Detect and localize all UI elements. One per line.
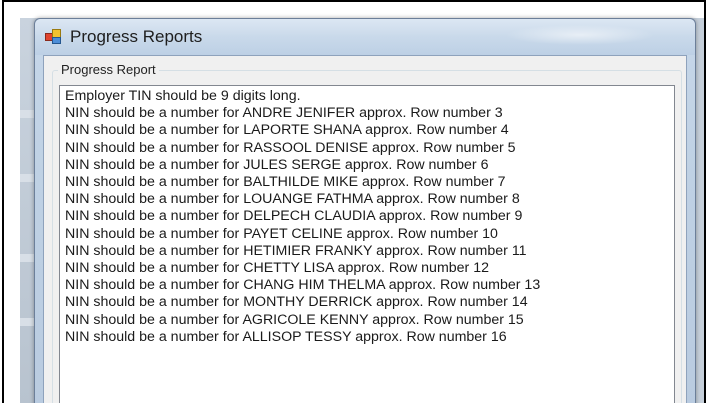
report-line: NIN should be a number for LOUANGE FATHM… [65, 191, 520, 208]
report-line: NIN should be a number for DELPECH CLAUD… [65, 208, 523, 225]
report-line: NIN should be a number for RASSOOL DENIS… [65, 139, 516, 156]
report-line: NIN should be a number for CHANG HIM THE… [65, 277, 541, 294]
report-line: NIN should be a number for AGRICOLE KENN… [65, 311, 524, 328]
report-line: NIN should be a number for ALLISOP TESSY… [65, 328, 507, 345]
report-line: NIN should be a number for LAPORTE SHANA… [65, 122, 509, 139]
progress-reports-window: Progress Reports Progress Report Employe… [34, 18, 696, 403]
report-line: NIN should be a number for HETIMIER FRAN… [65, 242, 527, 259]
report-textbox[interactable]: Employer TIN should be 9 digits long. NIN… [59, 85, 675, 403]
report-line: NIN should be a number for CHETTY LISA a… [65, 260, 489, 277]
report-lines: Employer TIN should be 9 digits long. NIN… [60, 86, 674, 346]
progress-report-groupbox: Progress Report Employer TIN should be 9… [52, 62, 682, 403]
window-client-area: Progress Report Employer TIN should be 9… [43, 55, 687, 403]
report-line: Employer TIN should be 9 digits long. [65, 88, 301, 104]
screenshot-frame: Progress Reports Progress Report Employe… [2, 0, 706, 403]
report-line: NIN should be a number for BALTHILDE MIK… [65, 174, 506, 191]
report-line: NIN should be a number for MONTHY DERRIC… [65, 294, 528, 311]
title-bar[interactable]: Progress Reports [35, 19, 695, 55]
report-line: NIN should be a number for ANDRE JENIFER… [65, 105, 503, 122]
title-glare [505, 25, 655, 45]
report-line: NIN should be a number for JULES SERGE a… [65, 156, 489, 173]
groupbox-label: Progress Report [58, 62, 159, 77]
report-line: NIN should be a number for PAYET CELINE … [65, 225, 498, 242]
app-icon[interactable] [45, 29, 61, 45]
window-title: Progress Reports [70, 27, 203, 46]
